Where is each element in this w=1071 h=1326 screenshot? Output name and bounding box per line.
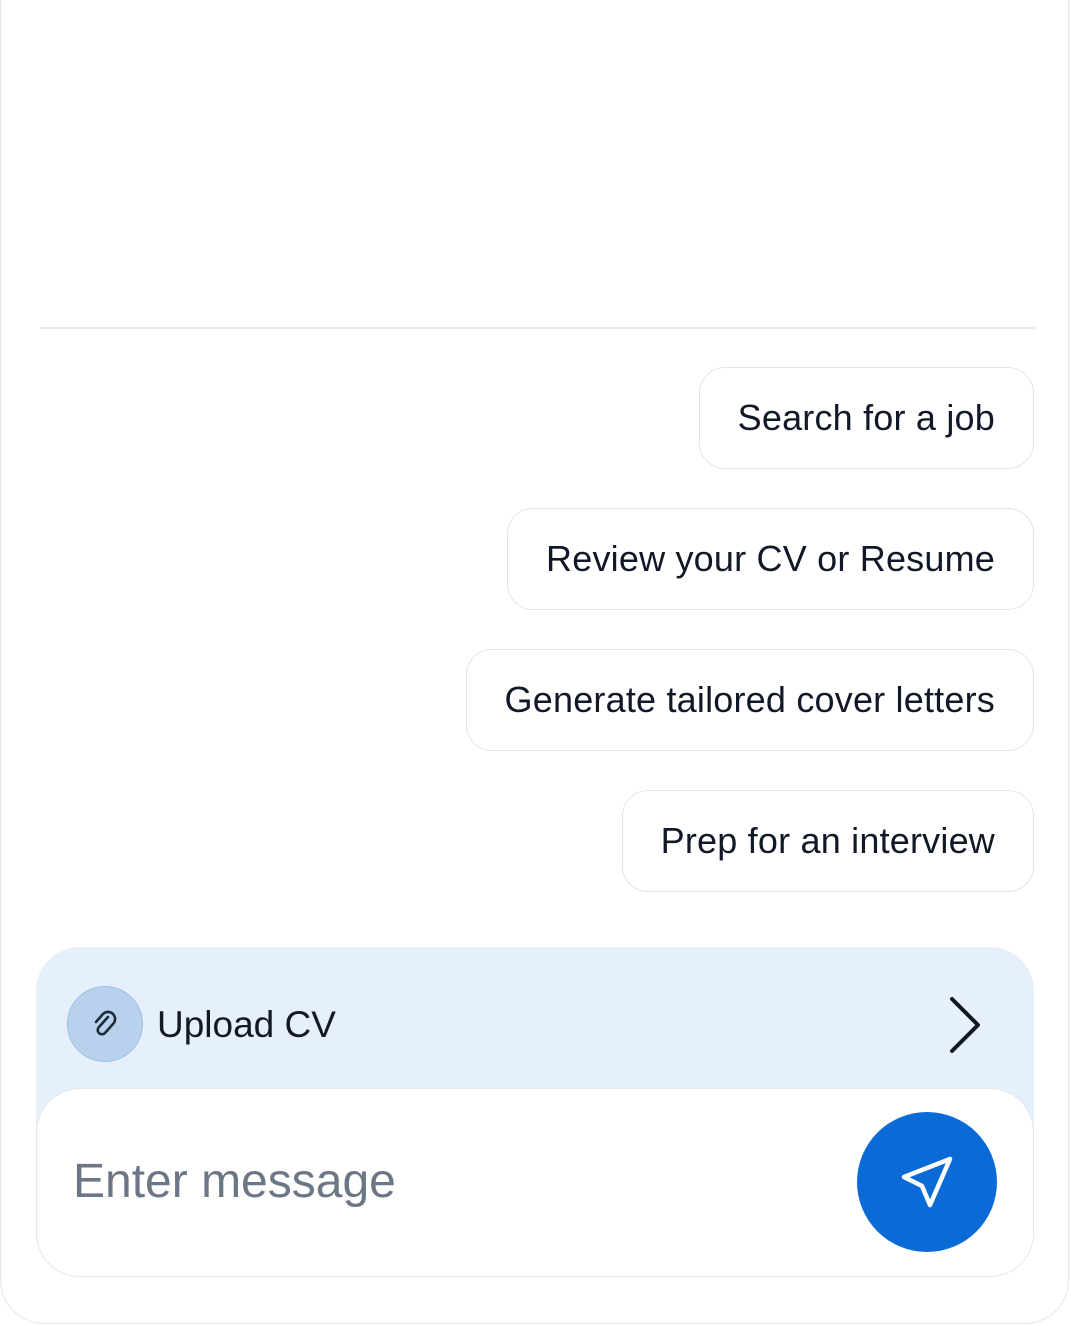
paperclip-icon: [67, 986, 143, 1062]
suggestion-cover-letters[interactable]: Generate tailored cover letters: [465, 649, 1034, 751]
send-button[interactable]: [857, 1112, 997, 1252]
message-input[interactable]: [73, 1141, 813, 1221]
divider: [40, 327, 1035, 329]
upload-cv-button[interactable]: Upload CV: [36, 947, 1034, 1089]
upload-cv-label: Upload CV: [157, 1004, 336, 1045]
chevron-right-icon: [946, 995, 986, 1055]
suggestion-search-job[interactable]: Search for a job: [698, 367, 1034, 469]
suggestion-interview-prep[interactable]: Prep for an interview: [621, 790, 1034, 892]
composer: Upload CV: [36, 947, 1034, 1277]
suggestion-review-cv[interactable]: Review your CV or Resume: [507, 508, 1034, 610]
message-input-container: [36, 1088, 1034, 1277]
send-icon: [901, 1156, 953, 1208]
suggestion-list: Search for a job Review your CV or Resum…: [465, 367, 1034, 892]
